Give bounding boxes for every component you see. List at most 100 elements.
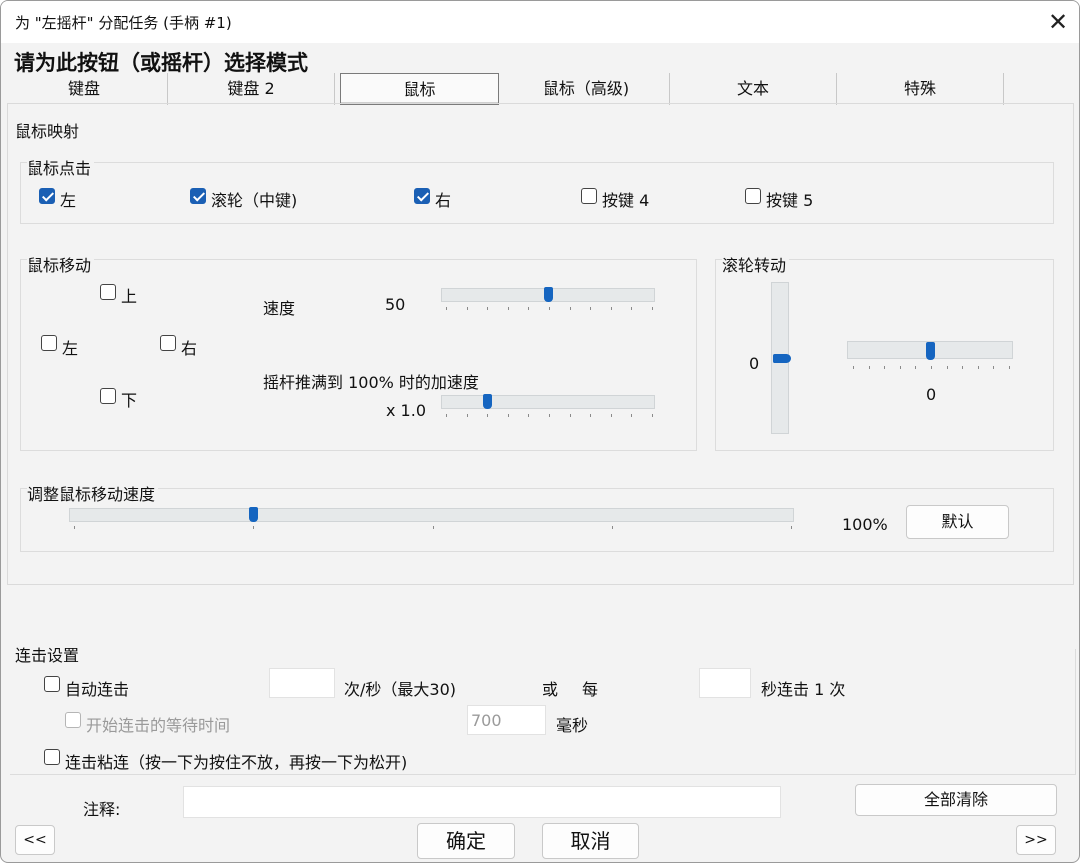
speed-slider-thumb[interactable] <box>544 287 553 302</box>
slider-tick <box>612 526 613 529</box>
start-delay-input[interactable] <box>467 705 546 735</box>
start-delay-checkbox[interactable] <box>65 712 81 728</box>
ok-button[interactable]: 确定 <box>417 823 515 859</box>
turbo-interval-input[interactable] <box>699 668 751 698</box>
speed-value: 50 <box>385 295 406 314</box>
slider-tick <box>508 414 509 417</box>
acceleration-label: 摇杆推满到 100% 时的加速度 <box>263 373 479 392</box>
tab-mouse-advanced[interactable]: 鼠标（高级) <box>503 73 670 105</box>
wheel-horizontal-slider[interactable] <box>847 341 1013 360</box>
every-label: 每 <box>582 680 599 699</box>
slider-tick <box>508 307 509 310</box>
tab-label: 特殊 <box>903 79 936 98</box>
cancel-button[interactable]: 取消 <box>542 823 639 859</box>
adjust-speed-slider-thumb[interactable] <box>249 507 258 522</box>
slider-tick <box>631 414 632 417</box>
acceleration-slider-ticks <box>446 414 653 418</box>
adjust-speed-title: 调整鼠标移动速度 <box>27 481 159 505</box>
auto-turbo-label: 自动连击 <box>65 680 130 699</box>
click-button5-label: 按键 5 <box>766 191 814 210</box>
wheel-horizontal-value: 0 <box>926 385 937 404</box>
move-left-label: 左 <box>62 339 79 358</box>
slider-tick <box>570 414 571 417</box>
start-delay-unit: 毫秒 <box>556 716 589 735</box>
or-label: 或 <box>542 680 559 699</box>
click-left-checkbox[interactable] <box>39 188 55 204</box>
tab-label: 文本 <box>736 79 769 98</box>
adjust-speed-percent: 100% <box>842 515 888 534</box>
clear-all-button[interactable]: 全部清除 <box>855 784 1057 816</box>
tab-keyboard[interactable]: 键盘 <box>1 73 168 105</box>
slider-tick <box>791 526 792 529</box>
previous-button[interactable]: << <box>15 825 55 855</box>
slider-tick <box>590 414 591 417</box>
slider-tick <box>74 526 75 529</box>
move-up-checkbox[interactable] <box>100 284 116 300</box>
click-wheel-label: 滚轮（中键) <box>211 191 298 210</box>
tab-special[interactable]: 特殊 <box>837 73 1004 105</box>
speed-slider[interactable] <box>441 287 655 302</box>
slider-tick <box>978 366 979 369</box>
move-down-label: 下 <box>121 391 138 410</box>
acceleration-slider-thumb[interactable] <box>483 394 492 409</box>
tab-text[interactable]: 文本 <box>670 73 837 105</box>
close-icon[interactable]: ✕ <box>1045 9 1071 35</box>
slider-tick <box>590 307 591 310</box>
wheel-vertical-value: 0 <box>749 354 760 373</box>
adjust-speed-slider[interactable] <box>69 507 794 522</box>
sticky-turbo-label: 连击粘连（按一下为按住不放，再按一下为松开) <box>65 753 408 772</box>
move-right-checkbox[interactable] <box>160 335 176 351</box>
move-left-checkbox[interactable] <box>41 335 57 351</box>
speed-label: 速度 <box>263 299 296 318</box>
slider-tick <box>549 414 550 417</box>
wheel-vertical-slider-thumb[interactable] <box>773 354 791 363</box>
speed-slider-ticks <box>446 307 653 311</box>
tab-label: 键盘 2 <box>227 79 275 98</box>
slider-tick <box>528 414 529 417</box>
slider-tick <box>962 366 963 369</box>
move-right-label: 右 <box>181 339 198 358</box>
click-button4-label: 按键 4 <box>602 191 650 210</box>
slider-tick <box>900 366 901 369</box>
click-button4-checkbox[interactable] <box>581 188 597 204</box>
window-title: 为 "左摇杆" 分配任务 (手柄 #1) <box>15 14 232 32</box>
sticky-turbo-checkbox[interactable] <box>44 749 60 765</box>
turbo-interval-suffix: 秒连击 1 次 <box>761 680 846 699</box>
acceleration-slider[interactable] <box>441 394 655 409</box>
slider-tick <box>433 526 434 529</box>
tab-label: 鼠标 <box>403 80 436 99</box>
turbo-settings-title: 连击设置 <box>15 646 80 665</box>
turbo-rate-input[interactable] <box>269 668 335 698</box>
wheel-horizontal-slider-ticks <box>853 366 1010 370</box>
wheel-horizontal-slider-thumb[interactable] <box>926 342 935 360</box>
slider-tick <box>1009 366 1010 369</box>
slider-tick <box>487 307 488 310</box>
next-button[interactable]: >> <box>1016 825 1056 855</box>
turbo-rate-suffix: 次/秒（最大30) <box>344 680 456 699</box>
slider-tick <box>549 307 550 310</box>
wheel-vertical-slider[interactable] <box>771 282 791 434</box>
tab-label: 鼠标（高级) <box>542 79 630 98</box>
auto-turbo-checkbox[interactable] <box>44 676 60 692</box>
slider-tick <box>467 307 468 310</box>
slider-tick <box>853 366 854 369</box>
move-down-checkbox[interactable] <box>100 388 116 404</box>
click-right-checkbox[interactable] <box>414 188 430 204</box>
mouse-click-title: 鼠标点击 <box>27 155 95 179</box>
slider-tick <box>446 307 447 310</box>
tab-keyboard-2[interactable]: 键盘 2 <box>168 73 335 105</box>
adjust-speed-slider-ticks <box>74 526 792 530</box>
slider-tick <box>869 366 870 369</box>
mouse-move-title: 鼠标移动 <box>27 252 95 276</box>
slider-tick <box>611 307 612 310</box>
note-input[interactable] <box>183 786 781 818</box>
slider-tick <box>947 366 948 369</box>
slider-tick <box>652 414 653 417</box>
click-button5-checkbox[interactable] <box>745 188 761 204</box>
click-wheel-checkbox[interactable] <box>190 188 206 204</box>
slider-tick <box>570 307 571 310</box>
tab-mouse[interactable]: 鼠标 <box>340 73 499 105</box>
slider-tick <box>915 366 916 369</box>
default-button[interactable]: 默认 <box>906 505 1009 539</box>
slider-tick <box>931 366 932 369</box>
